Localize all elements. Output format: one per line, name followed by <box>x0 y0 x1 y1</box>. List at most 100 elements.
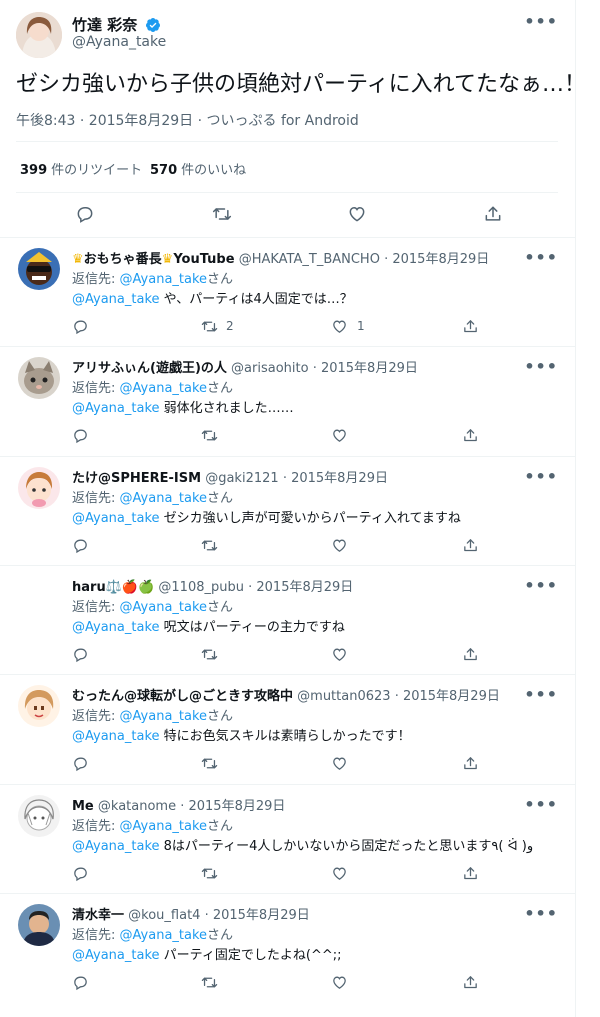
handle[interactable]: @HAKATA_T_BANCHO <box>239 252 380 267</box>
like-stat[interactable]: 570 件のいいね <box>150 159 246 178</box>
display-name[interactable]: ♛おもちゃ番長♛YouTube <box>72 252 235 267</box>
timestamp[interactable]: · 2015年8月29日 <box>180 799 285 814</box>
mention-link[interactable]: @Ayana_take <box>72 292 160 307</box>
mention-link[interactable]: @Ayana_take <box>72 401 160 416</box>
like-icon[interactable] <box>347 204 367 224</box>
share-icon[interactable] <box>462 974 479 991</box>
timestamp[interactable]: · 2015年8月29日 <box>205 908 310 923</box>
reply-tweet[interactable]: たけ@SPHERE-ISM @gaki2121 · 2015年8月29日 •••… <box>0 455 575 566</box>
retweet-icon[interactable] <box>201 646 218 663</box>
avatar[interactable] <box>18 794 60 837</box>
display-name[interactable]: Me <box>72 799 94 814</box>
mention-link[interactable]: @Ayana_take <box>72 729 160 744</box>
retweet-icon[interactable] <box>201 865 218 882</box>
like-icon[interactable] <box>331 537 348 554</box>
reply-to-mention[interactable]: @Ayana_take <box>120 819 208 834</box>
retweet-icon[interactable] <box>201 318 218 335</box>
reply-to-mention[interactable]: @Ayana_take <box>120 491 208 506</box>
like-icon[interactable] <box>331 646 348 663</box>
more-icon[interactable]: ••• <box>524 12 558 31</box>
reply-actions: 2 1 <box>72 318 492 338</box>
replying-to-text: さん <box>207 599 234 615</box>
timestamp[interactable]: · 2015年8月29日 <box>313 361 418 376</box>
reply-icon[interactable] <box>72 646 89 663</box>
mention-link[interactable]: @Ayana_take <box>72 511 160 526</box>
reply-tweet[interactable]: Me @katanome · 2015年8月29日 ••• 返信先: @Ayan… <box>0 783 575 894</box>
reply-to-mention[interactable]: @Ayana_take <box>120 272 208 287</box>
reply-to-mention[interactable]: @Ayana_take <box>120 709 208 724</box>
avatar[interactable] <box>16 12 62 58</box>
reply-tweet[interactable]: haru⚖️🍎🍏 @1108_pubu · 2015年8月29日 ••• 返信先… <box>0 564 575 675</box>
replying-to: 返信先: @Ayana_takeさん <box>72 924 233 943</box>
reply-tweet[interactable]: アリサふぃん(遊戯王)の人 @arisaohito · 2015年8月29日 •… <box>0 346 575 456</box>
timestamp[interactable]: · 2015年8月29日 <box>283 471 388 486</box>
replying-to: 返信先: @Ayana_takeさん <box>72 815 233 834</box>
more-icon[interactable]: ••• <box>524 904 558 923</box>
reply-icon[interactable] <box>72 865 89 882</box>
avatar[interactable] <box>18 903 60 946</box>
more-icon[interactable]: ••• <box>524 576 558 595</box>
more-icon[interactable]: ••• <box>524 685 558 704</box>
reply-icon[interactable] <box>72 427 89 444</box>
reply-icon[interactable] <box>72 974 89 991</box>
handle[interactable]: @gaki2121 <box>205 471 278 486</box>
share-icon[interactable] <box>462 755 479 772</box>
reply-icon[interactable] <box>72 755 89 772</box>
tweet-meta[interactable]: 午後8:43 · 2015年8月29日 · ついっぷる for Android <box>16 110 359 130</box>
share-icon[interactable] <box>462 427 479 444</box>
more-icon[interactable]: ••• <box>524 467 558 486</box>
share-icon[interactable] <box>483 204 503 224</box>
share-icon[interactable] <box>462 865 479 882</box>
retweet-icon[interactable] <box>201 755 218 772</box>
handle[interactable]: @1108_pubu <box>158 580 244 595</box>
like-icon[interactable] <box>331 427 348 444</box>
mention-link[interactable]: @Ayana_take <box>72 948 160 963</box>
timestamp[interactable]: · 2015年8月29日 <box>384 252 489 267</box>
display-name[interactable]: たけ@SPHERE-ISM <box>72 471 201 486</box>
display-name[interactable]: 清水幸一 <box>72 908 124 923</box>
display-name[interactable]: アリサふぃん(遊戯王)の人 <box>72 361 227 376</box>
like-icon[interactable] <box>331 755 348 772</box>
handle[interactable]: @arisaohito <box>231 361 309 376</box>
avatar[interactable] <box>18 357 60 400</box>
timestamp[interactable]: · 2015年8月29日 <box>248 580 353 595</box>
reply-icon[interactable] <box>75 204 95 224</box>
display-name[interactable]: むったん@球転がし@ごときす攻略中 <box>72 689 293 704</box>
like-icon[interactable] <box>331 974 348 991</box>
reply-icon[interactable] <box>72 537 89 554</box>
reply-to-mention[interactable]: @Ayana_take <box>120 928 208 943</box>
share-icon[interactable] <box>462 318 479 335</box>
avatar[interactable] <box>18 466 60 509</box>
reply-tweet[interactable]: ♛おもちゃ番長♛YouTube @HAKATA_T_BANCHO · 2015年… <box>0 237 575 347</box>
more-icon[interactable]: ••• <box>524 357 558 376</box>
mention-link[interactable]: @Ayana_take <box>72 620 160 635</box>
like-icon[interactable] <box>331 318 348 335</box>
mention-link[interactable]: @Ayana_take <box>72 839 160 854</box>
reply-to-mention[interactable]: @Ayana_take <box>120 381 208 396</box>
retweet-icon[interactable] <box>201 427 218 444</box>
retweet-stat[interactable]: 399 件のリツイート <box>20 159 142 178</box>
handle[interactable]: @muttan0623 <box>297 689 390 704</box>
display-name[interactable]: haru⚖️🍎🍏 <box>72 580 154 595</box>
reply-tweet[interactable]: 清水幸一 @kou_flat4 · 2015年8月29日 ••• 返信先: @A… <box>0 892 575 1003</box>
reply-to-mention[interactable]: @Ayana_take <box>120 600 208 615</box>
display-name-part: おもちゃ番長 <box>83 252 162 267</box>
retweet-icon[interactable] <box>201 974 218 991</box>
handle[interactable]: @kou_flat4 <box>128 908 200 923</box>
like-icon[interactable] <box>331 865 348 882</box>
timestamp[interactable]: · 2015年8月29日 <box>395 689 500 704</box>
reply-icon[interactable] <box>72 318 89 335</box>
avatar[interactable] <box>18 575 60 618</box>
retweet-icon[interactable] <box>201 537 218 554</box>
more-icon[interactable]: ••• <box>524 248 558 267</box>
retweet-icon[interactable] <box>212 204 232 224</box>
share-icon[interactable] <box>462 537 479 554</box>
avatar[interactable] <box>18 685 60 728</box>
handle[interactable]: @katanome <box>98 799 176 814</box>
more-icon[interactable]: ••• <box>524 795 558 814</box>
share-icon[interactable] <box>462 646 479 663</box>
display-name[interactable]: 竹達 彩奈 <box>72 14 161 35</box>
avatar[interactable] <box>18 248 60 290</box>
reply-tweet[interactable]: むったん@球転がし@ごときす攻略中 @muttan0623 · 2015年8月2… <box>0 674 575 784</box>
handle[interactable]: @Ayana_take <box>72 34 166 50</box>
